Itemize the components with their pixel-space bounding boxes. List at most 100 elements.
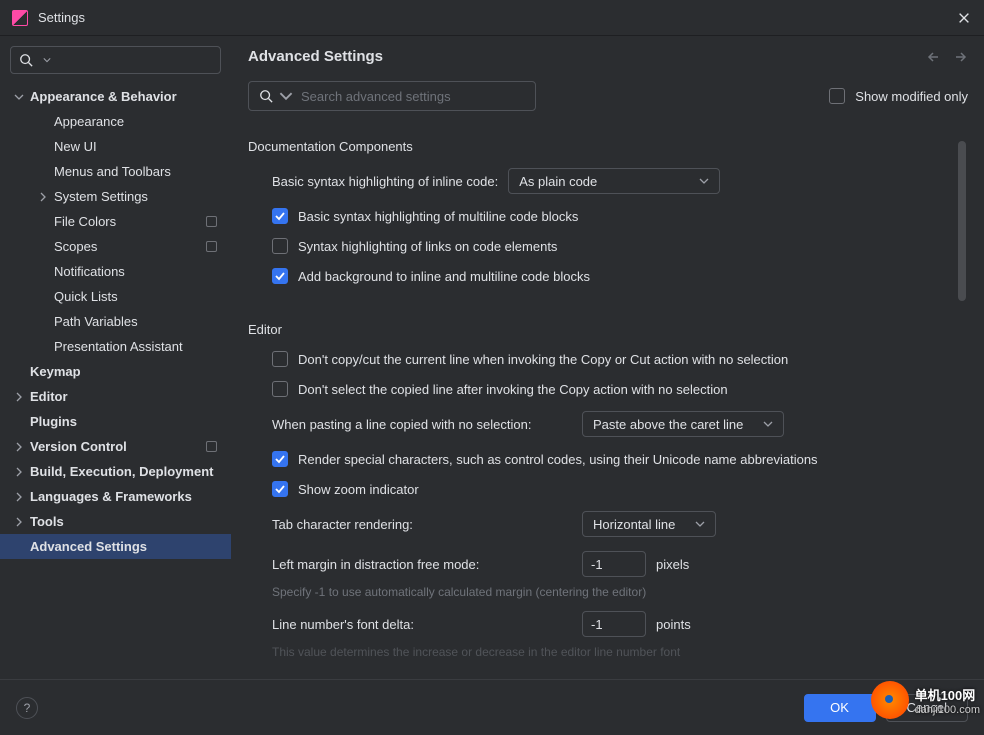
tree-item-label: Notifications bbox=[54, 264, 125, 279]
content-header: Advanced Settings bbox=[248, 48, 968, 65]
cancel-button[interactable]: Cancel bbox=[886, 694, 968, 722]
tree-item-label: Quick Lists bbox=[54, 289, 118, 304]
tree-item[interactable]: Notifications bbox=[0, 259, 231, 284]
checkbox-icon bbox=[272, 208, 288, 224]
window-title: Settings bbox=[38, 10, 85, 25]
project-scope-icon bbox=[206, 241, 217, 252]
checkbox-icon bbox=[272, 238, 288, 254]
tree-item-label: Presentation Assistant bbox=[54, 339, 183, 354]
tree-item[interactable]: Appearance bbox=[0, 109, 231, 134]
unit-label: pixels bbox=[656, 557, 689, 572]
setting-font-delta: Line number's font delta: points bbox=[248, 611, 968, 637]
tree-item[interactable]: System Settings bbox=[0, 184, 231, 209]
setting-left-margin: Left margin in distraction free mode: pi… bbox=[248, 551, 968, 577]
close-icon bbox=[957, 11, 971, 25]
tree-item-label: Appearance bbox=[54, 114, 124, 129]
tree-item[interactable]: Presentation Assistant bbox=[0, 334, 231, 359]
tree-item-label: Plugins bbox=[30, 414, 77, 429]
tree-item-label: Path Variables bbox=[54, 314, 138, 329]
app-icon bbox=[12, 10, 28, 26]
setting-label: When pasting a line copied with no selec… bbox=[272, 417, 572, 432]
setting-label: Basic syntax highlighting of inline code… bbox=[272, 174, 498, 189]
page-title: Advanced Settings bbox=[248, 48, 383, 65]
chevron-down-icon bbox=[12, 90, 26, 104]
setting-cb-background[interactable]: Add background to inline and multiline c… bbox=[248, 268, 968, 284]
unit-label: points bbox=[656, 617, 691, 632]
syntax-inline-select[interactable]: As plain code bbox=[508, 168, 720, 194]
tree-item[interactable]: Appearance & Behavior bbox=[0, 84, 231, 109]
setting-cb-zoom[interactable]: Show zoom indicator bbox=[248, 481, 968, 497]
tree-item[interactable]: Tools bbox=[0, 509, 231, 534]
tree-item[interactable]: Version Control bbox=[0, 434, 231, 459]
footer: ? OK Cancel bbox=[0, 679, 984, 735]
font-delta-input[interactable] bbox=[582, 611, 646, 637]
search-icon bbox=[259, 89, 273, 103]
tree-item[interactable]: Languages & Frameworks bbox=[0, 484, 231, 509]
checkbox-label: Render special characters, such as contr… bbox=[298, 452, 818, 467]
tree-item[interactable]: Build, Execution, Deployment bbox=[0, 459, 231, 484]
margin-hint: Specify -1 to use automatically calculat… bbox=[248, 585, 968, 599]
checkbox-label: Don't copy/cut the current line when inv… bbox=[298, 352, 788, 367]
tree-item[interactable]: File Colors bbox=[0, 209, 231, 234]
tree-item[interactable]: Path Variables bbox=[0, 309, 231, 334]
tree-item[interactable]: Menus and Toolbars bbox=[0, 159, 231, 184]
forward-button[interactable] bbox=[952, 49, 968, 65]
tree-item-label: Advanced Settings bbox=[30, 539, 147, 554]
sidebar-search-input[interactable] bbox=[10, 46, 221, 74]
checkbox-icon bbox=[272, 268, 288, 284]
titlebar: Settings bbox=[0, 0, 984, 36]
section-editor: Editor bbox=[248, 322, 968, 337]
search-icon bbox=[19, 53, 33, 67]
tree-item[interactable]: Editor bbox=[0, 384, 231, 409]
setting-cb-render[interactable]: Render special characters, such as contr… bbox=[248, 451, 968, 467]
tree-item-label: Languages & Frameworks bbox=[30, 489, 192, 504]
left-margin-input[interactable] bbox=[582, 551, 646, 577]
show-modified-label: Show modified only bbox=[855, 89, 968, 104]
tree-item[interactable]: Scopes bbox=[0, 234, 231, 259]
chevron-right-icon bbox=[12, 490, 26, 504]
tree-item-label: System Settings bbox=[54, 189, 148, 204]
project-scope-icon bbox=[206, 441, 217, 452]
show-modified-toggle[interactable]: Show modified only bbox=[829, 88, 968, 104]
help-button[interactable]: ? bbox=[16, 697, 38, 719]
tree-item[interactable]: Keymap bbox=[0, 359, 231, 384]
close-button[interactable] bbox=[956, 10, 972, 26]
checkbox-icon bbox=[829, 88, 845, 104]
tree-item-label: Build, Execution, Deployment bbox=[30, 464, 213, 479]
chevron-down-icon bbox=[763, 421, 773, 427]
tree-item[interactable]: Advanced Settings bbox=[0, 534, 231, 559]
scrollbar-thumb[interactable] bbox=[958, 141, 966, 301]
ok-button[interactable]: OK bbox=[804, 694, 876, 722]
setting-paste: When pasting a line copied with no selec… bbox=[248, 411, 968, 437]
checkbox-icon bbox=[272, 481, 288, 497]
setting-cb-copycut[interactable]: Don't copy/cut the current line when inv… bbox=[248, 351, 968, 367]
setting-cb-select[interactable]: Don't select the copied line after invok… bbox=[248, 381, 968, 397]
tree-item-label: Scopes bbox=[54, 239, 97, 254]
setting-cb-links[interactable]: Syntax highlighting of links on code ele… bbox=[248, 238, 968, 254]
select-value: Paste above the caret line bbox=[593, 417, 743, 432]
settings-search-input[interactable]: Search advanced settings bbox=[248, 81, 536, 111]
chevron-right-icon bbox=[12, 440, 26, 454]
checkbox-label: Don't select the copied line after invok… bbox=[298, 382, 728, 397]
tree-item-label: Menus and Toolbars bbox=[54, 164, 171, 179]
delta-hint: This value determines the increase or de… bbox=[248, 645, 968, 659]
select-value: Horizontal line bbox=[593, 517, 675, 532]
tree-item[interactable]: Plugins bbox=[0, 409, 231, 434]
select-value: As plain code bbox=[519, 174, 597, 189]
search-placeholder: Search advanced settings bbox=[301, 89, 451, 104]
tree-item[interactable]: Quick Lists bbox=[0, 284, 231, 309]
content-panel: Advanced Settings Search advanced settin… bbox=[232, 36, 984, 679]
sidebar: Appearance & Behavior Appearance New UI Men… bbox=[0, 36, 232, 679]
back-button[interactable] bbox=[926, 49, 942, 65]
chevron-down-icon bbox=[695, 521, 705, 527]
checkbox-label: Add background to inline and multiline c… bbox=[298, 269, 590, 284]
tree-item-label: File Colors bbox=[54, 214, 116, 229]
setting-cb-multiline[interactable]: Basic syntax highlighting of multiline c… bbox=[248, 208, 968, 224]
tab-render-select[interactable]: Horizontal line bbox=[582, 511, 716, 537]
paste-select[interactable]: Paste above the caret line bbox=[582, 411, 784, 437]
chevron-right-icon bbox=[12, 390, 26, 404]
settings-scroll[interactable]: Documentation Components Basic syntax hi… bbox=[248, 135, 968, 679]
tree-item-label: New UI bbox=[54, 139, 97, 154]
tree-item[interactable]: New UI bbox=[0, 134, 231, 159]
project-scope-icon bbox=[206, 216, 217, 227]
